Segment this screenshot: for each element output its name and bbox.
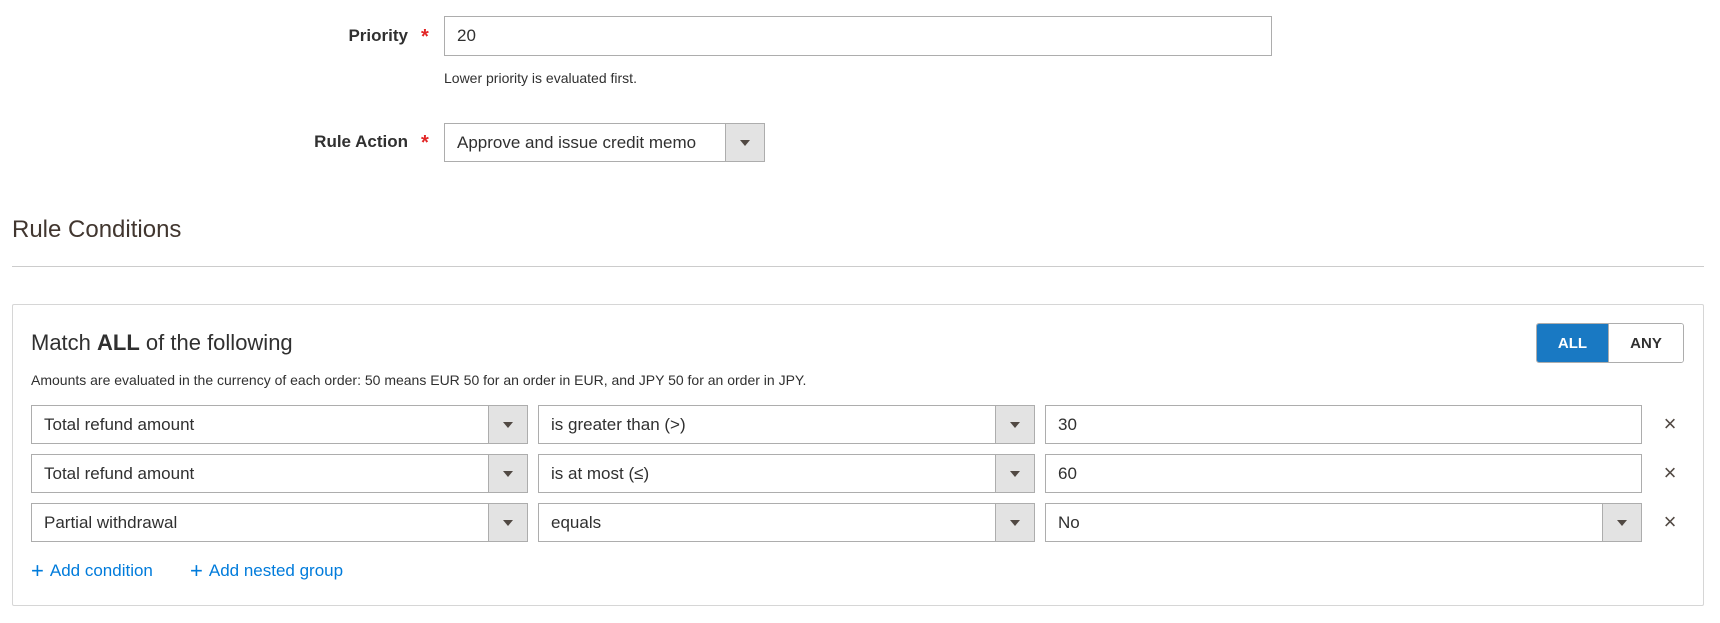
priority-required-mark: *: [421, 26, 429, 48]
chevron-down-icon: [1617, 519, 1627, 526]
condition-operator-select[interactable]: is greater than (>): [538, 405, 1035, 444]
toggle-any-button[interactable]: ANY: [1608, 324, 1683, 362]
condition-operator-value: is at most (≤): [551, 463, 650, 483]
currency-note: Amounts are evaluated in the currency of…: [31, 372, 807, 388]
rule-action-label: Rule Action: [314, 132, 408, 151]
condition-operator-dropdown-button[interactable]: [995, 504, 1034, 541]
condition-value-input[interactable]: 30: [1045, 405, 1642, 444]
chevron-down-icon: [503, 470, 513, 477]
condition-attribute-dropdown-button[interactable]: [488, 406, 527, 443]
rule-conditions-title: Rule Conditions: [12, 216, 182, 243]
add-condition-link[interactable]: + Add condition: [31, 560, 153, 582]
rule-action-selected-value: Approve and issue credit memo: [457, 132, 697, 152]
toggle-all-button[interactable]: ALL: [1537, 324, 1608, 362]
rule-action-dropdown-button[interactable]: [725, 124, 764, 161]
condition-value: No: [1058, 512, 1080, 532]
section-divider: [12, 266, 1704, 267]
condition-attribute-select[interactable]: Partial withdrawal: [31, 503, 528, 542]
condition-value: 30: [1058, 414, 1077, 434]
close-icon: ×: [1663, 411, 1677, 436]
condition-value-dropdown-button[interactable]: [1602, 504, 1641, 541]
chevron-down-icon: [1010, 421, 1020, 428]
condition-value-input[interactable]: 60: [1045, 454, 1642, 493]
condition-attribute-dropdown-button[interactable]: [488, 455, 527, 492]
priority-input-value: 20: [457, 26, 476, 45]
condition-attribute-value: Total refund amount: [44, 414, 195, 434]
condition-attribute-dropdown-button[interactable]: [488, 504, 527, 541]
match-mode: ALL: [97, 330, 140, 355]
remove-condition-button[interactable]: ×: [1660, 509, 1680, 534]
condition-operator-select[interactable]: equals: [538, 503, 1035, 542]
chevron-down-icon: [503, 421, 513, 428]
condition-attribute-value: Partial withdrawal: [44, 512, 178, 532]
chevron-down-icon: [1010, 470, 1020, 477]
condition-operator-select[interactable]: is at most (≤): [538, 454, 1035, 493]
plus-icon: +: [31, 558, 44, 583]
condition-attribute-select[interactable]: Total refund amount: [31, 454, 528, 493]
plus-icon: +: [190, 558, 203, 583]
priority-label: Priority: [348, 26, 408, 45]
remove-condition-button[interactable]: ×: [1660, 460, 1680, 485]
condition-operator-value: is greater than (>): [551, 414, 686, 434]
add-nested-group-link[interactable]: + Add nested group: [190, 560, 343, 582]
match-suffix: of the following: [139, 330, 293, 355]
match-mode-toggle: ALL ANY: [1536, 323, 1684, 363]
add-condition-label: Add condition: [49, 561, 153, 580]
match-prefix: Match: [31, 330, 98, 355]
condition-operator-dropdown-button[interactable]: [995, 455, 1034, 492]
condition-operator-value: equals: [551, 512, 602, 532]
condition-attribute-value: Total refund amount: [44, 463, 195, 483]
chevron-down-icon: [503, 519, 513, 526]
rule-action-required-mark: *: [421, 132, 429, 154]
match-heading: Match ALL of the following: [31, 330, 293, 356]
chevron-down-icon: [1010, 519, 1020, 526]
priority-input[interactable]: 20: [444, 16, 1272, 56]
condition-operator-dropdown-button[interactable]: [995, 406, 1034, 443]
rule-action-select[interactable]: Approve and issue credit memo: [444, 123, 765, 162]
chevron-down-icon: [740, 139, 750, 146]
remove-condition-button[interactable]: ×: [1660, 411, 1680, 436]
priority-note: Lower priority is evaluated first.: [444, 70, 637, 86]
add-nested-group-label: Add nested group: [208, 561, 344, 580]
close-icon: ×: [1663, 460, 1677, 485]
condition-value-select[interactable]: No: [1045, 503, 1642, 542]
condition-attribute-select[interactable]: Total refund amount: [31, 405, 528, 444]
condition-value: 60: [1058, 463, 1077, 483]
close-icon: ×: [1663, 509, 1677, 534]
